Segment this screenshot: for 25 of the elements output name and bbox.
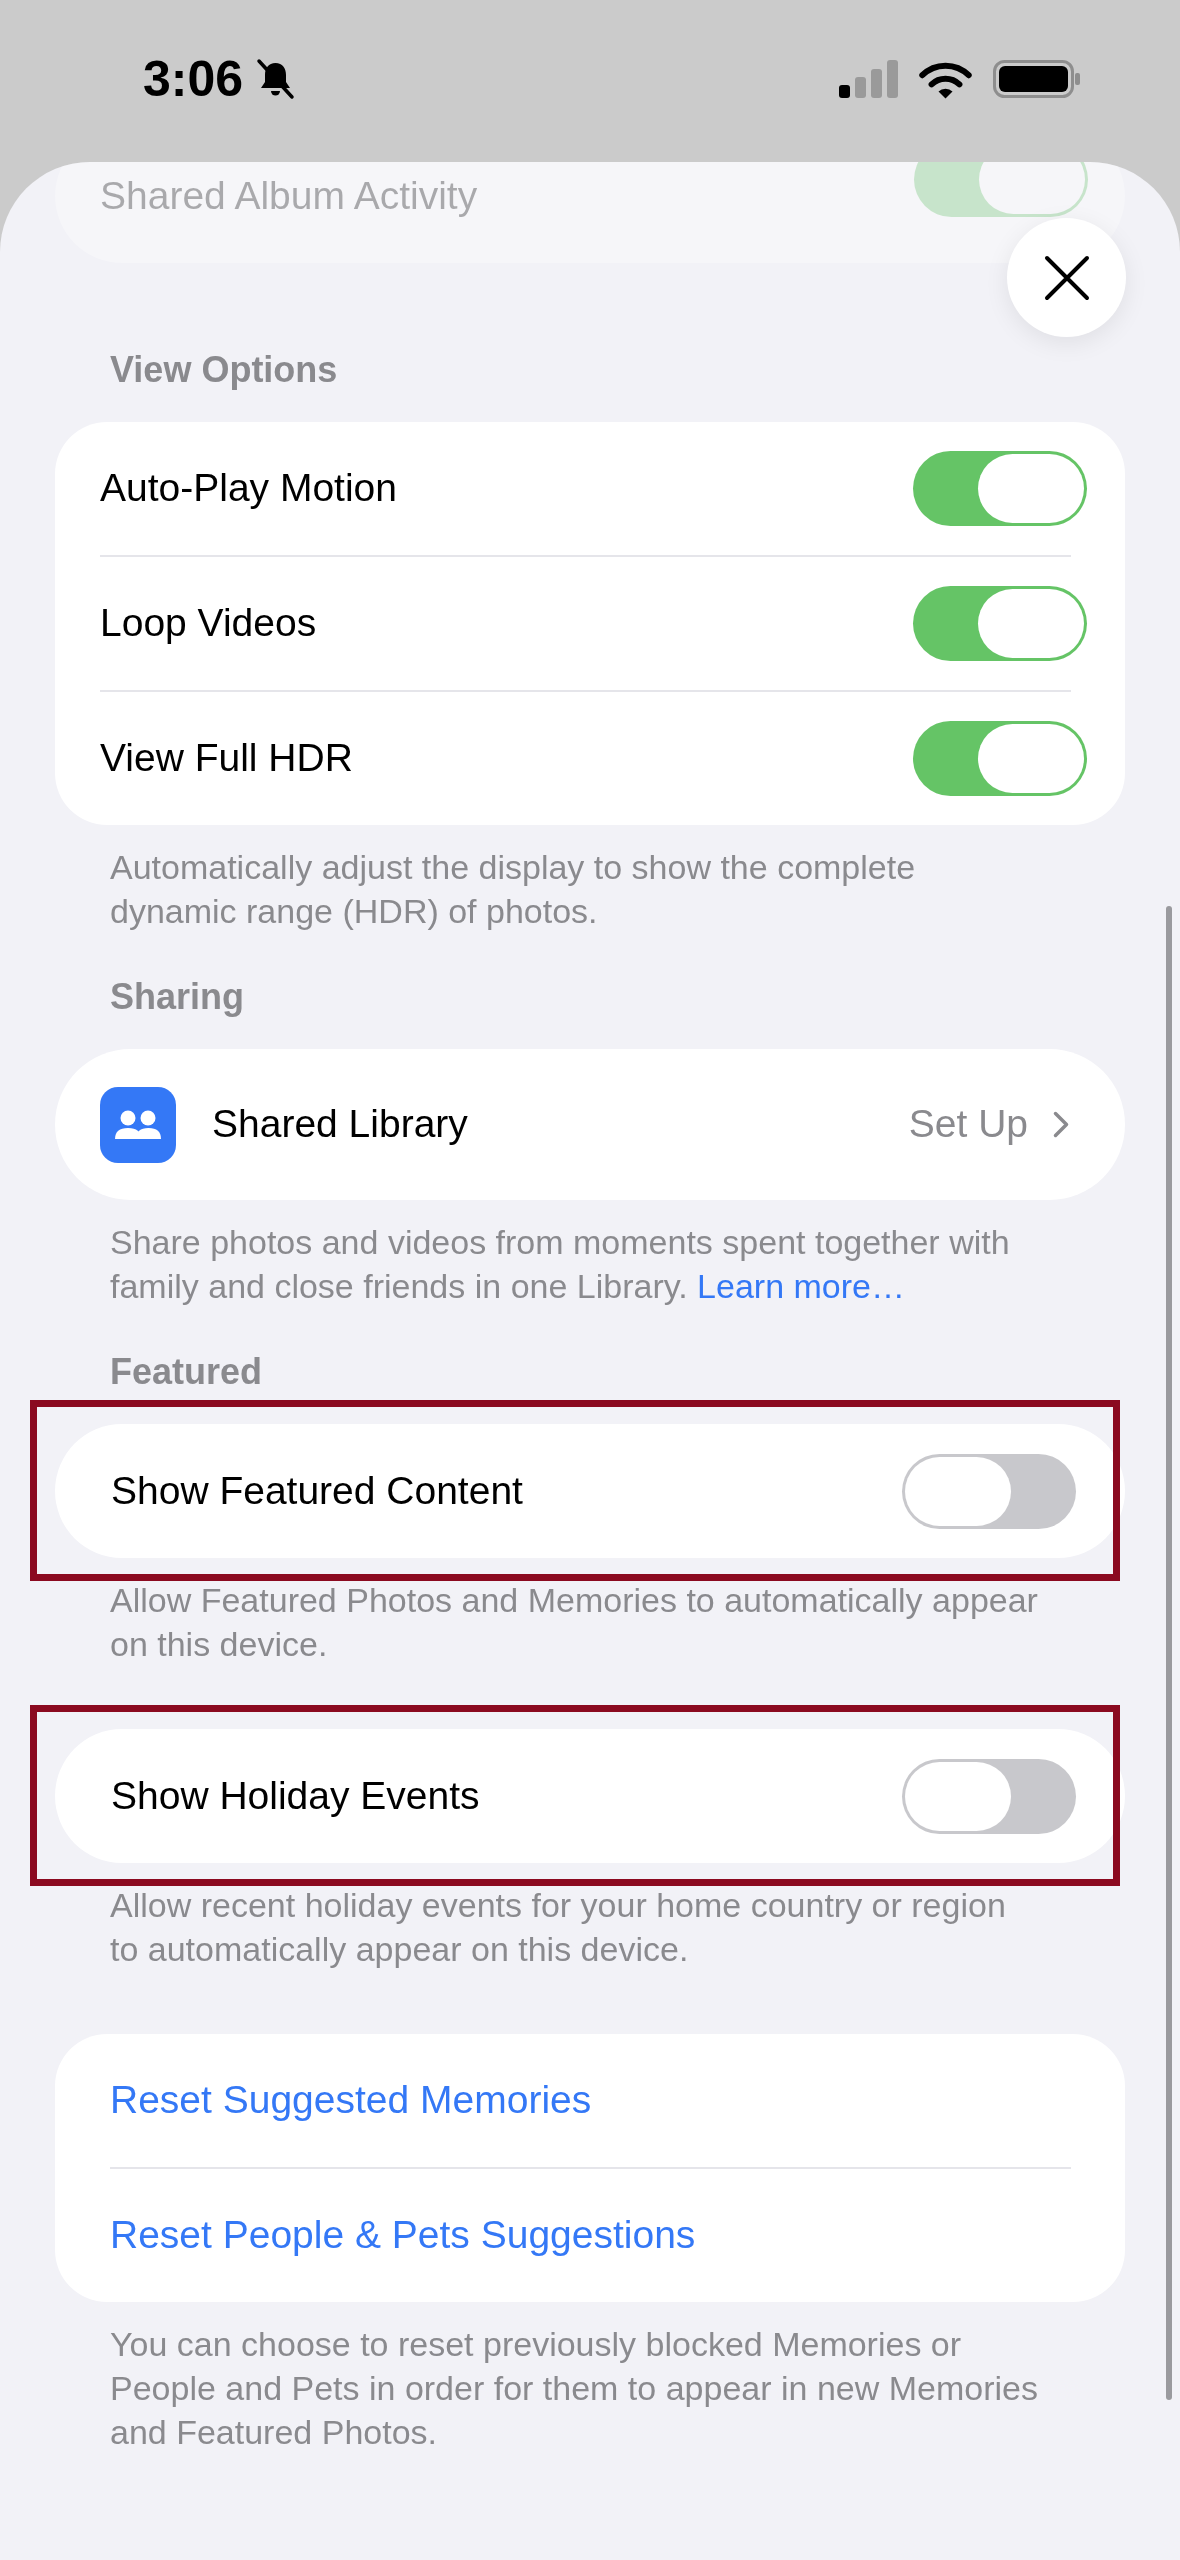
- battery-icon: [993, 60, 1080, 98]
- row-label: Shared Album Activity: [100, 172, 479, 219]
- footer-text: You can choose to reset previously blocked Memories or People and Pets in order for them to appear in new Memories and Featured Photos.: [110, 2324, 1039, 2453]
- signal-icon: [839, 60, 898, 98]
- value-text: Set Up: [908, 1101, 1028, 1148]
- footer-text: Allow recent holiday events for your home country or region to automatically appear on this device.: [110, 1885, 1007, 1970]
- footer-text: Automatically adjust the display to show the complete dynamic range (HDR) of photos.: [110, 847, 917, 932]
- learn-more-link[interactable]: Learn more…: [697, 1267, 905, 1305]
- section-header: View Options: [109, 348, 339, 392]
- row-label: Loop Videos: [100, 600, 318, 647]
- row-label: View Full HDR: [100, 735, 354, 782]
- clock-time: 3:06: [143, 54, 244, 104]
- chevron-right-icon: [1053, 1111, 1069, 1138]
- footer-text: Allow Featured Photos and Memories to automatically appear on this device.: [110, 1580, 1039, 1665]
- section-header: Sharing: [109, 975, 245, 1019]
- row-label: Shared Library: [212, 1101, 469, 1148]
- row-label: Show Holiday Events: [111, 1772, 481, 1819]
- row-label: Auto-Play Motion: [100, 465, 398, 512]
- footer-text: Share photos and videos from moments spent together with family and close friends in one Library. Learn more…: [110, 1222, 1011, 1307]
- action-link[interactable]: Reset People & Pets Suggestions: [110, 2206, 696, 2265]
- row-label: Show Featured Content: [111, 1467, 524, 1514]
- section-header: Featured: [109, 1350, 264, 1394]
- close-icon: [1043, 254, 1090, 301]
- people-icon: [100, 1086, 176, 1163]
- action-link[interactable]: Reset Suggested Memories: [110, 2071, 592, 2130]
